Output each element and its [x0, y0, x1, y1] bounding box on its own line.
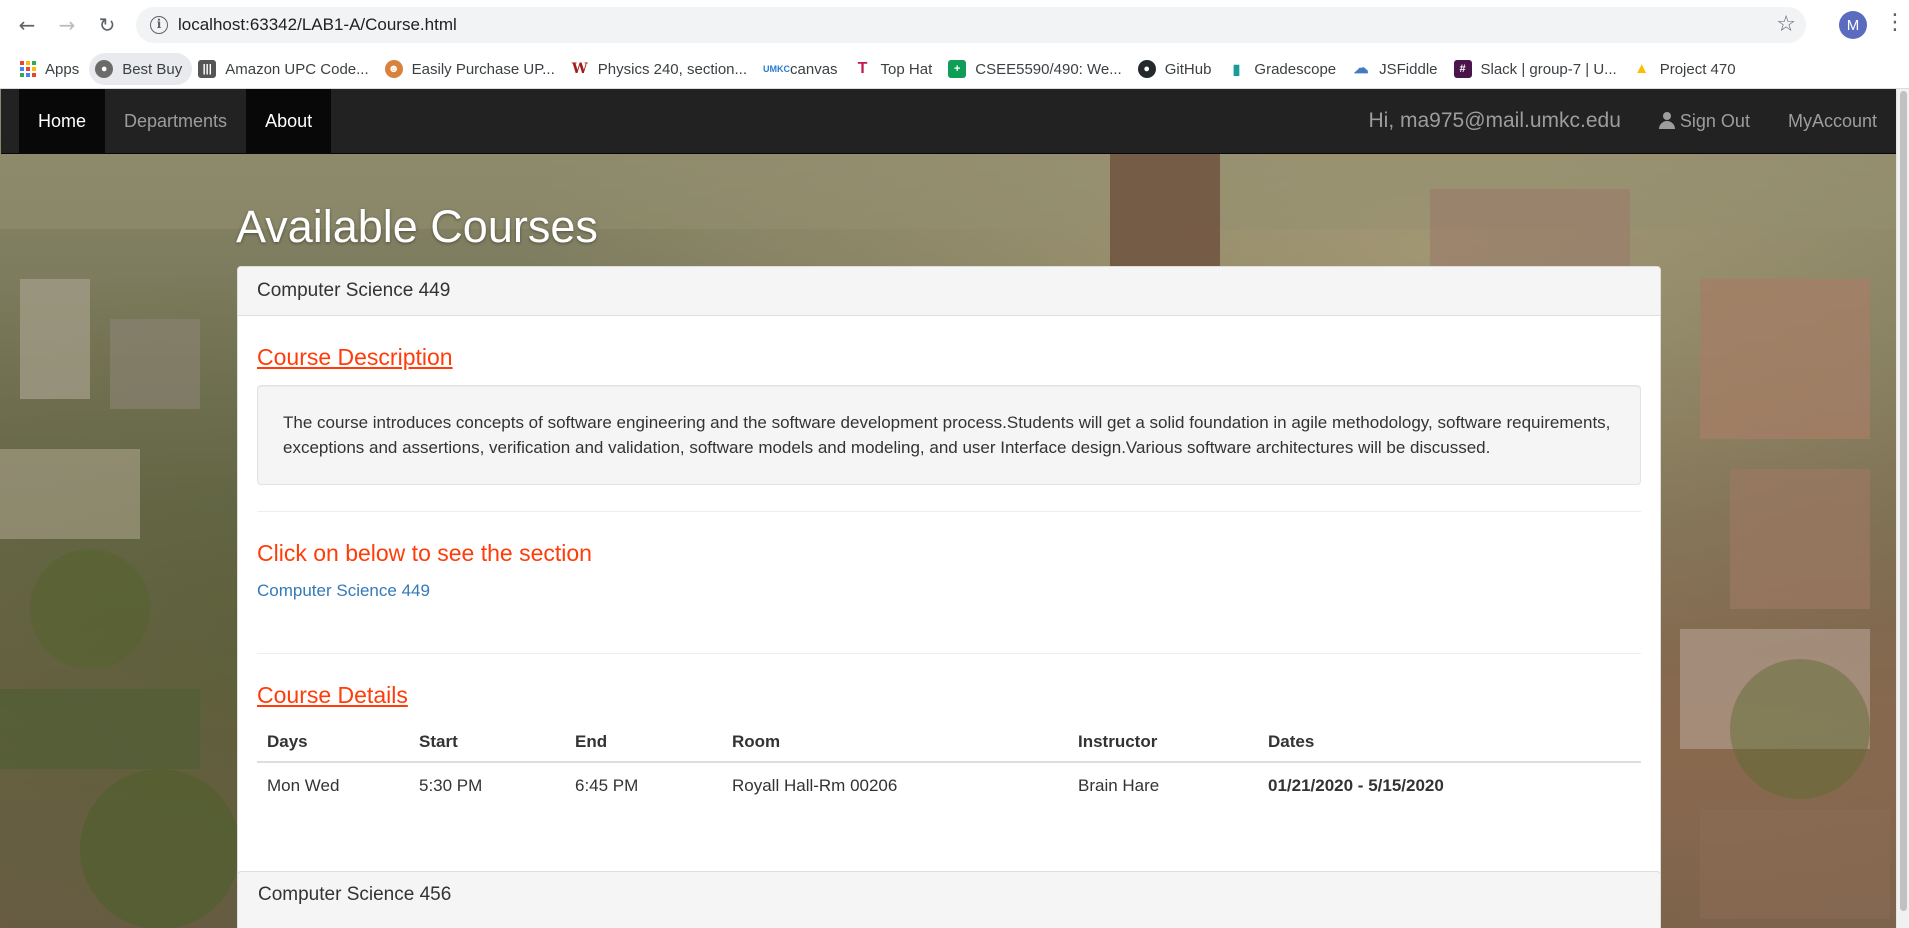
scrollbar-thumb[interactable] [1900, 91, 1907, 911]
user-icon [1658, 112, 1675, 130]
bookmark-label: GitHub [1164, 60, 1212, 78]
navbar-right: Hi, ma975@mail.umkc.edu Sign Out MyAccou… [1349, 89, 1896, 153]
section-prompt-title: Click on below to see the section [257, 540, 592, 566]
column-header-start: Start [409, 723, 565, 763]
course-details-table: Days Start End Room Instructor Dates Mon… [257, 723, 1641, 809]
bookmark-label: canvas [790, 60, 838, 78]
navbar-left: Home Departments About [19, 89, 332, 153]
url-text[interactable]: localhost:63342/LAB1-A/Course.html [178, 15, 457, 35]
reload-icon[interactable]: ↻ [91, 10, 123, 40]
cartoon-icon: ☻ [384, 60, 403, 78]
course-panel-title: Computer Science 449 [238, 267, 1660, 316]
tophat-icon: T [857, 60, 868, 77]
bookmark-star-icon[interactable]: ☆ [1776, 12, 1796, 37]
section-link[interactable]: Computer Science 449 [257, 581, 430, 601]
apps-grid-icon [20, 61, 36, 77]
drive-icon: ▲ [1634, 60, 1650, 77]
bookmark-label: Gradescope [1254, 60, 1337, 78]
nav-about[interactable]: About [246, 89, 332, 153]
bookmark-label: CSEE5590/490: We... [975, 60, 1122, 78]
bookmark-easily-purchase[interactable]: ☻ Easily Purchase UP... [379, 53, 565, 85]
column-header-dates: Dates [1258, 723, 1641, 763]
browser-chrome: ← → ↻ i localhost:63342/LAB1-A/Course.ht… [0, 0, 1909, 89]
bookmark-github[interactable]: ● GitHub [1132, 53, 1222, 85]
slack-icon: # [1453, 60, 1472, 78]
page-scrollbar[interactable] [1896, 89, 1909, 928]
next-course-panel-title: Computer Science 456 [237, 871, 1661, 928]
address-row: ← → ↻ i localhost:63342/LAB1-A/Course.ht… [0, 0, 1909, 50]
course-panel: Computer Science 449 Course Description … [237, 266, 1661, 928]
column-header-instructor: Instructor [1068, 723, 1258, 763]
github-icon: ● [1137, 60, 1156, 78]
bookmark-label: Project 470 [1659, 60, 1736, 78]
forward-arrow-icon[interactable]: → [51, 10, 83, 40]
cell-start: 5:30 PM [409, 761, 565, 809]
cell-room: Royall Hall-Rm 00206 [722, 761, 1068, 809]
divider [257, 511, 1641, 512]
bookmark-gradescope[interactable]: ▮ Gradescope [1221, 53, 1346, 85]
sign-out-label: Sign Out [1679, 110, 1750, 131]
page-viewport: Home Departments About Hi, ma975@mail.um… [0, 89, 1896, 928]
barcode-icon: ||| [198, 60, 217, 78]
page-title: Available Courses [236, 201, 598, 252]
nav-home[interactable]: Home [19, 89, 106, 153]
bookmarks-bar: Apps ● Best Buy ||| Amazon UPC Code... ☻… [0, 50, 1909, 89]
back-arrow-icon[interactable]: ← [11, 10, 43, 40]
site-info-icon[interactable]: i [150, 16, 168, 34]
bookmark-label: Easily Purchase UP... [411, 60, 555, 78]
course-description-title: Course Description [257, 344, 453, 370]
nav-departments[interactable]: Departments [105, 89, 246, 153]
bookmark-amazon-upc[interactable]: ||| Amazon UPC Code... [192, 53, 378, 85]
globe-icon: ● [95, 60, 114, 78]
cell-instructor: Brain Hare [1068, 761, 1258, 809]
wiley-icon: W [571, 61, 588, 77]
table-row: Mon Wed 5:30 PM 6:45 PM Royall Hall-Rm 0… [257, 761, 1641, 809]
gradescope-icon: ▮ [1232, 61, 1241, 77]
bookmark-csee[interactable]: + CSEE5590/490: We... [942, 53, 1131, 85]
kebab-menu-icon[interactable]: ⋮ [1884, 10, 1906, 35]
bookmark-label: Slack | group-7 | U... [1480, 60, 1617, 78]
address-bar[interactable]: i localhost:63342/LAB1-A/Course.html ☆ [136, 7, 1806, 43]
bookmark-project-470[interactable]: ▲ Project 470 [1627, 53, 1746, 85]
profile-avatar[interactable]: M [1839, 11, 1867, 39]
column-header-room: Room [722, 723, 1068, 763]
bookmark-label: Apps [45, 60, 80, 78]
umkc-icon: UMKC [763, 64, 791, 74]
column-header-end: End [565, 723, 722, 763]
bookmark-jsfiddle[interactable]: ☁ JSFiddle [1346, 53, 1447, 85]
bookmark-top-hat[interactable]: T Top Hat [848, 53, 943, 85]
course-description-text: The course introduces concepts of softwa… [257, 385, 1641, 485]
user-greeting: Hi, ma975@mail.umkc.edu [1368, 109, 1621, 132]
sign-out-link[interactable]: Sign Out [1640, 89, 1769, 153]
sheets-icon: + [948, 60, 967, 78]
column-header-days: Days [257, 723, 409, 763]
bookmark-label: Top Hat [880, 60, 933, 78]
cell-days: Mon Wed [257, 761, 409, 809]
cell-dates: 01/21/2020 - 5/15/2020 [1258, 761, 1641, 809]
bookmark-label: Amazon UPC Code... [225, 60, 369, 78]
table-header-row: Days Start End Room Instructor Dates [257, 723, 1641, 763]
top-navbar: Home Departments About Hi, ma975@mail.um… [1, 89, 1896, 154]
bookmark-apps[interactable]: Apps [14, 53, 89, 85]
bookmark-label: Best Buy [122, 60, 183, 78]
bookmark-best-buy[interactable]: ● Best Buy [89, 53, 193, 85]
bookmark-label: JSFiddle [1379, 60, 1438, 78]
bookmark-canvas[interactable]: UMKC canvas [757, 53, 848, 85]
bookmark-physics[interactable]: W Physics 240, section... [565, 53, 757, 85]
jsfiddle-icon: ☁ [1353, 60, 1369, 77]
bookmark-label: Physics 240, section... [597, 60, 748, 78]
my-account-link[interactable]: MyAccount [1769, 89, 1896, 153]
bookmark-slack[interactable]: # Slack | group-7 | U... [1448, 53, 1627, 85]
divider [257, 653, 1641, 654]
cell-end: 6:45 PM [565, 761, 722, 809]
course-panel-body: Course Description The course introduces… [238, 344, 1660, 809]
course-details-title: Course Details [257, 682, 408, 708]
